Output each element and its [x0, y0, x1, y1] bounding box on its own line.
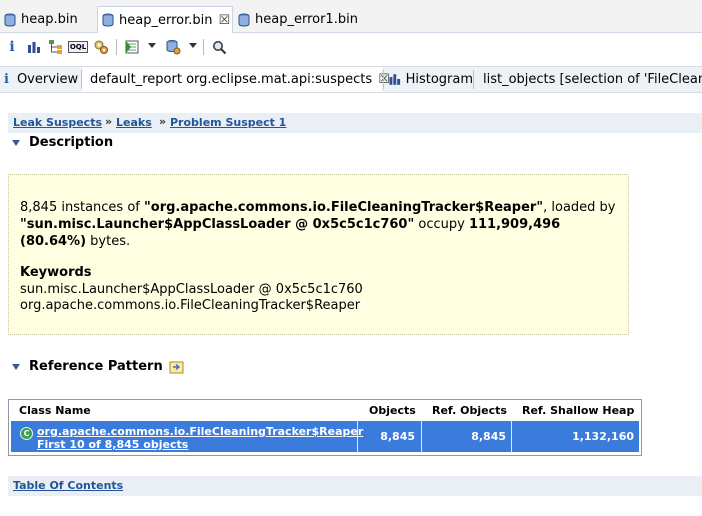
toolbar: i OQL [0, 33, 702, 61]
keyword-item: org.apache.commons.io.FileCleaningTracke… [20, 298, 361, 313]
column-header-class-name[interactable]: Class Name [19, 404, 91, 417]
toolbar-separator [116, 39, 117, 55]
search-icon[interactable] [210, 38, 228, 56]
ref-shallow-heap-cell: 1,132,160 [572, 430, 634, 443]
editor-tab-heap[interactable]: heap.bin [0, 7, 94, 32]
tab-label: default_report org.eclipse.mat.api:suspe… [90, 72, 373, 87]
column-header-ref-shallow-heap[interactable]: Ref. Shallow Heap [522, 404, 634, 417]
class-loader-name: "sun.misc.Launcher$AppClassLoader @ 0x5c… [20, 217, 415, 232]
breadcrumb: Leak Suspects » Leaks » Problem Suspect … [8, 113, 702, 133]
column-header-ref-objects[interactable]: Ref. Objects [432, 404, 507, 417]
description-heading: Description [29, 135, 114, 150]
close-icon[interactable]: ☒ [218, 13, 230, 28]
collapse-triangle-icon[interactable] [12, 363, 20, 370]
gears-icon[interactable] [92, 38, 110, 56]
editor-tab-label: heap.bin [21, 12, 78, 27]
tab-label: list_objects [selection of 'FileCleanin [483, 72, 702, 87]
toc-bar: Table Of Contents [8, 476, 702, 496]
breadcrumb-separator: » [159, 115, 167, 128]
tab-label: Overview [16, 72, 79, 87]
table-row[interactable]: C org.apache.commons.io.FileCleaningTrac… [11, 421, 639, 452]
breadcrumb-problem-suspect-1[interactable]: Problem Suspect 1 [170, 116, 286, 129]
keywords-heading: Keywords [20, 265, 92, 280]
info-icon: i [4, 72, 9, 87]
tab-histogram[interactable]: Histogram [389, 67, 473, 92]
database-icon [4, 13, 16, 27]
editor-tab-bar: heap.bin heap_error.bin ☒ heap_error1.bi… [0, 0, 702, 33]
collapse-triangle-icon[interactable] [12, 139, 20, 146]
editor-tab-label: heap_error1.bin [255, 12, 358, 27]
tab-overview[interactable]: i Overview [4, 67, 78, 92]
breadcrumb-leak-suspects[interactable]: Leak Suspects [13, 116, 102, 129]
objects-cell: 8,845 [380, 430, 415, 443]
first-objects-link[interactable]: First 10 of 8,845 objects [37, 438, 188, 451]
description-header[interactable]: Description [12, 135, 113, 150]
report-icon [125, 40, 139, 54]
breadcrumb-leaks[interactable]: Leaks [116, 116, 152, 129]
tab-default-report[interactable]: default_report org.eclipse.mat.api:suspe… [82, 67, 390, 92]
description-text: 8,845 instances of "org.apache.commons.i… [20, 200, 616, 249]
gear-icon [94, 40, 108, 54]
run-report-icon[interactable] [123, 38, 141, 56]
tab-separator [473, 70, 474, 89]
description-box: 8,845 instances of "org.apache.commons.i… [8, 174, 629, 335]
query-browser-icon[interactable] [164, 38, 182, 56]
table-of-contents-link[interactable]: Table Of Contents [13, 479, 123, 492]
view-tab-bar: i Overview default_report org.eclipse.ma… [0, 66, 702, 93]
suspect-class-name: "org.apache.commons.io.FileCleaningTrack… [144, 200, 544, 215]
open-in-view-icon[interactable] [169, 360, 184, 374]
chevron-down-icon[interactable] [189, 43, 197, 48]
database-gear-icon [166, 40, 181, 55]
breadcrumb-separator: » [105, 115, 113, 128]
tab-separator [383, 70, 384, 89]
database-icon [238, 13, 250, 27]
reference-pattern-table: Class Name Objects Ref. Objects Ref. Sha… [8, 399, 642, 456]
bar-chart-icon [389, 74, 401, 85]
tab-list-objects[interactable]: list_objects [selection of 'FileCleanin [478, 67, 702, 92]
magnifier-icon [212, 40, 226, 54]
oql-icon[interactable]: OQL [67, 38, 89, 56]
dominator-tree-icon[interactable] [47, 38, 65, 56]
chevron-down-icon[interactable] [148, 43, 156, 48]
bar-chart-icon [28, 42, 40, 53]
cell-divider [357, 421, 358, 452]
ref-objects-cell: 8,845 [471, 430, 506, 443]
class-name-link[interactable]: org.apache.commons.io.FileCleaningTracke… [37, 425, 363, 438]
histogram-icon[interactable] [25, 38, 43, 56]
database-icon [102, 13, 114, 27]
tree-icon [49, 40, 62, 54]
cell-divider [511, 421, 512, 452]
cell-divider [421, 421, 422, 452]
keyword-item: sun.misc.Launcher$AppClassLoader @ 0x5c5… [20, 282, 363, 297]
class-icon: C [20, 427, 33, 440]
reference-pattern-header[interactable]: Reference Pattern [12, 359, 184, 374]
reference-pattern-heading: Reference Pattern [29, 359, 163, 374]
tab-label: Histogram [405, 72, 473, 87]
toolbar-separator [203, 39, 204, 55]
column-header-objects[interactable]: Objects [369, 404, 416, 417]
editor-tab-heap-error[interactable]: heap_error.bin ☒ [97, 6, 233, 33]
editor-tab-heap-error1[interactable]: heap_error1.bin [234, 7, 364, 32]
info-icon[interactable]: i [3, 38, 21, 56]
editor-tab-label: heap_error.bin [119, 12, 213, 28]
